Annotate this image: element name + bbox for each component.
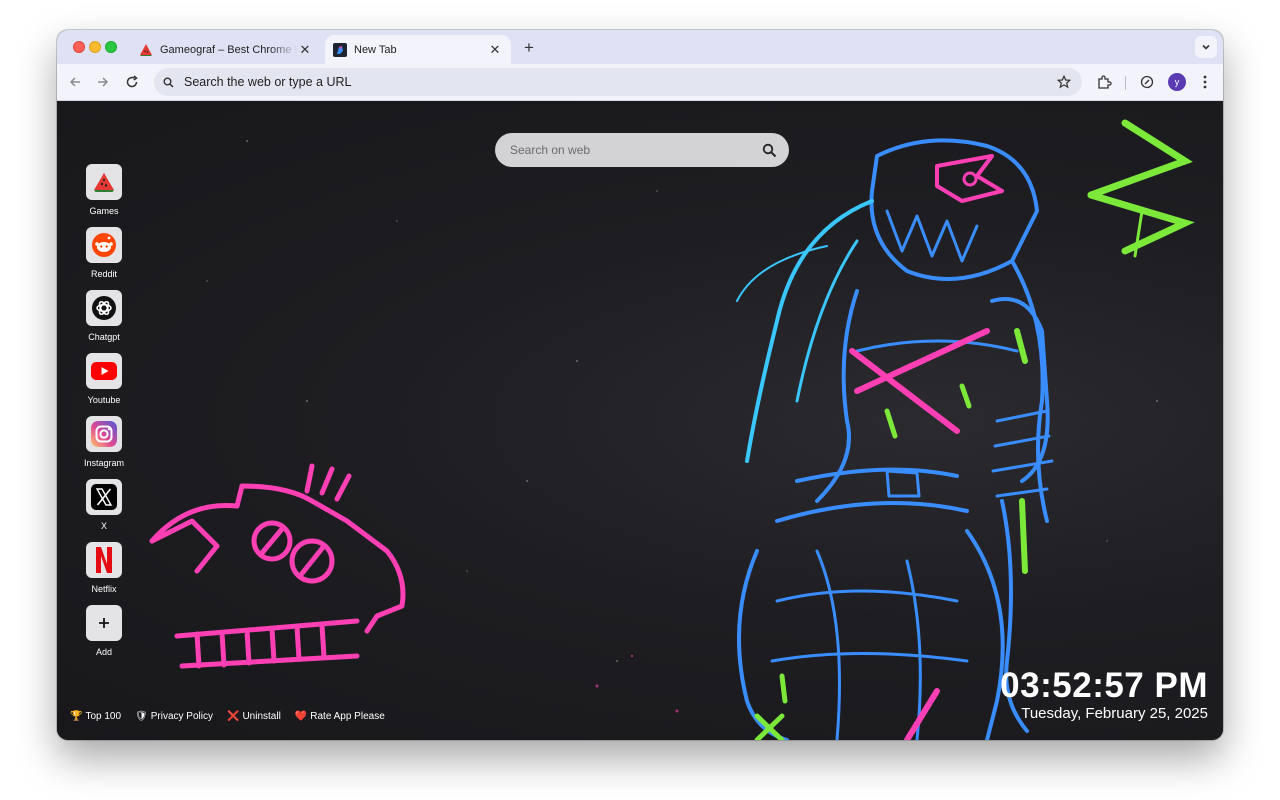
clock-date: Tuesday, February 25, 2025 <box>1021 705 1208 722</box>
web-search-box[interactable]: Search on web <box>495 133 789 167</box>
footer-links: 🏆 Top 100 🛡 Privacy Policy ❌ Uninstall ❤… <box>70 711 385 722</box>
watermelon-icon <box>86 164 122 200</box>
neon-figure-illustration <box>736 138 1054 740</box>
reload-button[interactable] <box>122 72 142 92</box>
plus-icon <box>86 605 122 641</box>
toolbar: Search the web or type a URL y <box>57 64 1223 101</box>
chatgpt-icon <box>86 290 122 326</box>
shield-icon: 🛡 <box>135 711 148 722</box>
close-window-button[interactable] <box>73 41 85 53</box>
kebab-menu-icon[interactable] <box>1195 72 1215 92</box>
performance-gauge-icon[interactable] <box>1137 72 1157 92</box>
tab-gameograf[interactable]: Gameograf – Best Chrome Li ✕ <box>131 35 321 64</box>
rate-app-link[interactable]: ❤️ Rate App Please <box>295 711 385 722</box>
address-bar-placeholder: Search the web or type a URL <box>184 75 352 89</box>
browser-window: Gameograf – Best Chrome Li ✕ New Tab ✕ + <box>57 30 1223 740</box>
reddit-icon <box>86 227 122 263</box>
chevron-down-icon <box>1202 44 1210 50</box>
watermelon-icon <box>140 43 152 56</box>
shortcut-label: Add <box>95 647 112 657</box>
youtube-icon <box>86 353 122 389</box>
back-button[interactable] <box>65 72 85 92</box>
profile-avatar[interactable]: y <box>1168 73 1186 91</box>
green-graffiti-mark <box>1087 119 1195 258</box>
shortcut-chatgpt[interactable]: Chatgpt <box>79 290 129 350</box>
neon-anime-wallpaper <box>149 119 1195 740</box>
search-icon <box>158 72 178 92</box>
clock-widget: 03:52:57 PM Tuesday, February 25, 2025 <box>1000 667 1208 723</box>
shortcut-label: Youtube <box>87 395 121 405</box>
shortcut-label: X <box>100 521 107 531</box>
x-icon <box>86 479 122 515</box>
tab-search-button[interactable] <box>1195 36 1217 58</box>
cross-icon: ❌ <box>227 711 240 722</box>
tab-title: New Tab <box>354 43 397 56</box>
footer-link-label: Top 100 <box>85 711 122 722</box>
close-tab-icon[interactable]: ✕ <box>487 42 503 58</box>
toolbar-divider <box>1125 76 1126 90</box>
new-tab-button[interactable]: + <box>519 38 539 58</box>
shortcut-label: Games <box>89 206 119 216</box>
bookmark-star-icon[interactable] <box>1054 75 1074 89</box>
shortcut-x[interactable]: X <box>79 479 129 539</box>
shortcut-label: Instagram <box>83 458 125 468</box>
footer-link-label: Privacy Policy <box>150 711 213 722</box>
reload-icon <box>126 75 138 88</box>
arrow-left-icon <box>69 77 80 87</box>
tab-new-tab[interactable]: New Tab ✕ <box>325 35 511 64</box>
address-bar[interactable]: Search the web or type a URL <box>154 68 1082 96</box>
new-tab-page: Search on web Games Reddit Chatgpt Youtu… <box>57 101 1223 740</box>
search-icon[interactable] <box>762 143 777 158</box>
uninstall-link[interactable]: ❌ Uninstall <box>227 711 281 722</box>
forward-button[interactable] <box>93 72 113 92</box>
trophy-icon: 🏆 <box>70 711 83 722</box>
web-search-placeholder: Search on web <box>510 143 591 157</box>
clock-time: 03:52:57 PM <box>1000 666 1208 705</box>
instagram-icon <box>86 416 122 452</box>
pink-graffiti-face <box>149 463 406 669</box>
privacy-policy-link[interactable]: 🛡 Privacy Policy <box>135 711 213 722</box>
minimize-window-button[interactable] <box>89 41 101 53</box>
footer-link-label: Uninstall <box>242 711 281 722</box>
netflix-icon <box>86 542 122 578</box>
shortcut-instagram[interactable]: Instagram <box>79 416 129 476</box>
shortcut-label: Netflix <box>91 584 117 594</box>
tab-title: Gameograf – Best Chrome Li <box>160 43 297 56</box>
footer-link-label: Rate App Please <box>310 711 385 722</box>
heart-icon: ❤️ <box>294 711 308 722</box>
shortcut-games[interactable]: Games <box>79 164 129 224</box>
newtab-favicon-icon <box>333 42 347 57</box>
extensions-puzzle-icon[interactable] <box>1094 72 1114 92</box>
maximize-window-button[interactable] <box>105 41 117 53</box>
top-100-link[interactable]: 🏆 Top 100 <box>70 711 121 722</box>
shortcut-youtube[interactable]: Youtube <box>79 353 129 413</box>
shortcut-reddit[interactable]: Reddit <box>79 227 129 287</box>
shortcut-label: Chatgpt <box>88 332 120 342</box>
tab-strip: Gameograf – Best Chrome Li ✕ New Tab ✕ + <box>57 30 1223 64</box>
close-tab-icon[interactable]: ✕ <box>297 42 313 58</box>
shortcut-add[interactable]: Add <box>79 605 129 665</box>
shortcut-label: Reddit <box>90 269 117 279</box>
arrow-right-icon <box>98 77 109 87</box>
shortcut-netflix[interactable]: Netflix <box>79 542 129 602</box>
